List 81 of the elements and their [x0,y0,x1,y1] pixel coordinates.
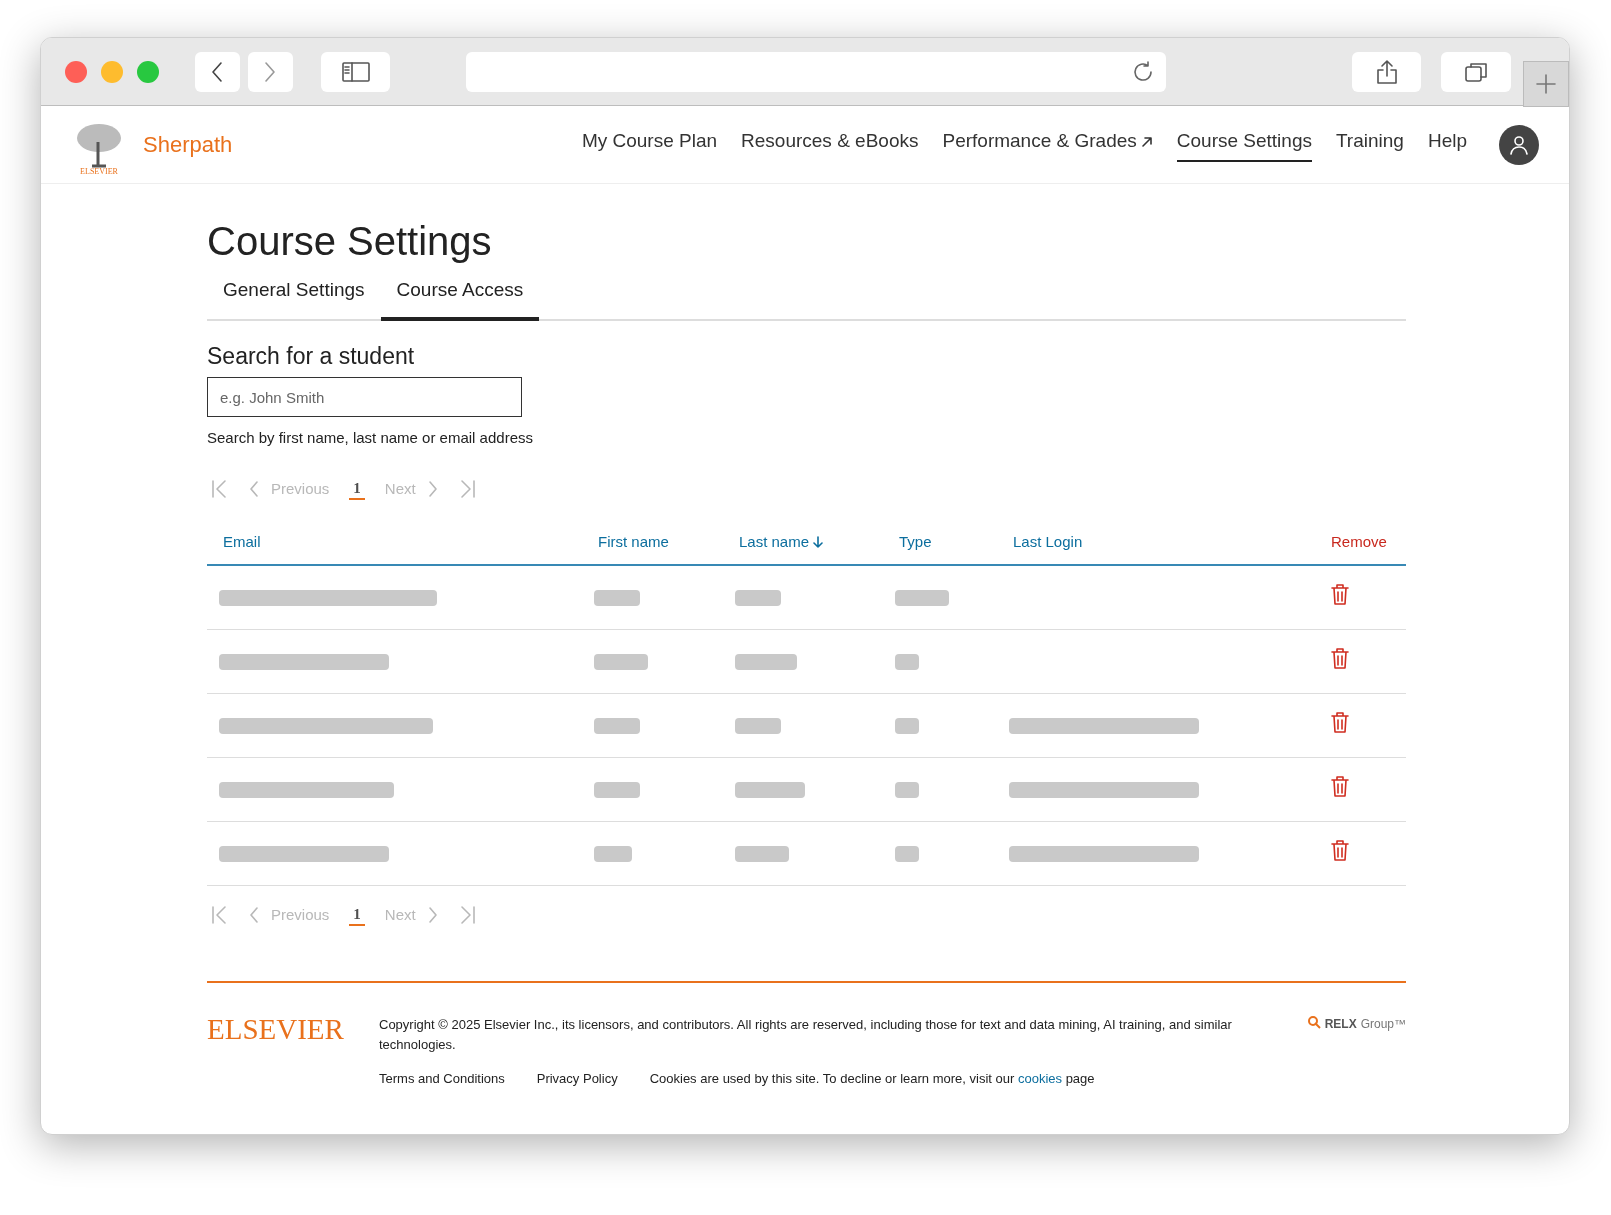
chevron-left-icon [249,906,259,925]
tree-drawing [74,121,124,168]
column-header[interactable]: Last Login [1013,530,1083,554]
search-label: Search for a student [207,341,416,371]
delete-button[interactable] [1331,711,1349,733]
cookie-notice: Cookies are used by this site. To decline or learn more, visit our cookies page [649,1069,1095,1088]
first-page-button[interactable] [211,478,229,499]
redacted-text [735,845,789,862]
chevron-right-icon [264,60,277,83]
tabs-icon [1464,60,1489,83]
page-title: Course Settings [207,218,493,265]
trash-icon [1331,647,1349,669]
delete-button[interactable] [1331,775,1349,797]
redacted-text [594,845,632,862]
first-page-icon [211,478,229,499]
footer-link[interactable]: Privacy Policy [536,1068,618,1088]
redacted-text [895,845,919,862]
page-number[interactable]: 1 [349,477,365,500]
user-avatar-icon[interactable] [1499,124,1539,165]
trash-icon [1331,775,1349,797]
redacted-text [895,717,919,734]
chevron-left-icon [249,479,259,498]
nav-link[interactable]: Course Settings [1176,127,1312,162]
nav-link[interactable]: Training [1335,127,1404,162]
relx-logo[interactable]: RELX Group™ [1306,1014,1406,1088]
trash-icon [1331,711,1349,733]
search-field[interactable]: e.g. John Smith [207,377,522,417]
column-header[interactable]: Remove [1331,530,1387,554]
first-page-button[interactable] [211,905,229,926]
sidebar-icon [341,61,370,82]
new-tab-button[interactable] [1523,60,1569,107]
chevron-right-icon [427,906,438,925]
nav-link[interactable]: My Course Plan [581,127,718,162]
maximize-window-icon[interactable] [137,60,159,83]
column-header[interactable]: Type [899,530,932,554]
redacted-text [895,589,949,606]
close-window-icon[interactable] [65,60,87,83]
chevron-left-icon [211,60,224,83]
cookies-link[interactable]: cookies [1017,1070,1062,1086]
column-header[interactable]: First name [598,530,669,554]
forward-button[interactable] [247,51,293,92]
redacted-text [594,653,648,670]
share-button[interactable] [1351,51,1422,92]
tab[interactable]: Course Access [380,276,540,321]
nav-link[interactable]: Performance & Grades [942,127,1153,162]
redacted-text [735,653,797,670]
tab[interactable]: General Settings [207,276,381,321]
copyright-text: Copyright © 2025 Elsevier Inc., its licensors, and contributors. All rights are reserved, including those for text and data mining, AI training, and similar technologies. [379,1015,1233,1054]
reload-icon [1131,60,1154,83]
tabs-button[interactable] [1441,51,1512,92]
footer-link[interactable]: Terms and Conditions [379,1068,505,1088]
sidebar-button[interactable] [320,51,391,92]
relx-mark-icon [1306,1014,1321,1029]
trash-icon [1331,839,1349,861]
nav-link[interactable]: Resources & eBooks [741,127,919,162]
search-hint: Search by first name, last name or email address [207,428,534,448]
redacted-text [735,781,805,798]
page-number[interactable]: 1 [349,904,365,927]
redacted-text [735,717,781,734]
first-page-icon [211,905,229,926]
plus-icon [1535,72,1558,95]
redacted-text [895,781,919,798]
delete-button[interactable] [1331,839,1349,861]
sort-down-icon [813,536,824,548]
redacted-text [895,653,919,670]
redacted-text [594,589,640,606]
redacted-text [594,781,640,798]
chevron-right-icon [427,479,438,498]
external-link-icon [1140,135,1153,148]
minimize-window-icon[interactable] [101,60,123,83]
elsevier-tree-logo: ELSEVIER [71,113,127,176]
column-header[interactable]: Last name [739,530,824,554]
delete-button[interactable] [1331,583,1349,605]
delete-button[interactable] [1331,647,1349,669]
nav-link[interactable]: Help [1427,127,1467,162]
share-icon [1375,58,1398,85]
trash-icon [1331,583,1349,605]
back-button[interactable] [195,51,240,92]
redacted-text [735,589,781,606]
column-header[interactable]: Email [223,530,261,554]
redacted-text [594,717,640,734]
